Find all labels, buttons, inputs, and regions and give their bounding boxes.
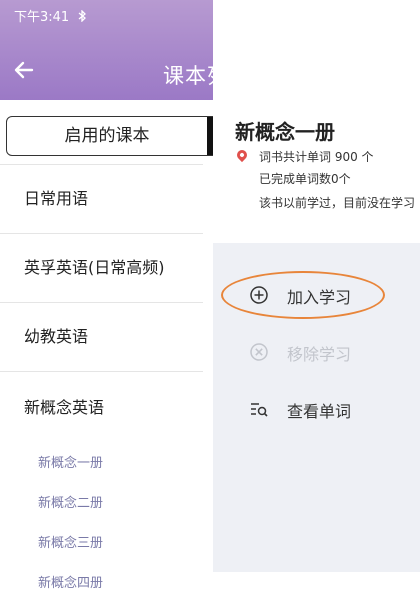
remove-from-study-label: 移除学习 — [287, 345, 352, 364]
study-status-text: 该书以前学过，目前没在学习 — [259, 196, 416, 210]
category-item[interactable]: 幼教英语 — [0, 303, 203, 372]
plus-circle-icon — [250, 286, 268, 304]
view-words-button[interactable]: 查看单词 — [213, 389, 420, 429]
status-bar: 下午3:41 — [14, 6, 87, 25]
book-action-panel: 新概念一册 词书共计单词 900 个 已完成单词数0个 该书以前学过，目前没在学… — [213, 0, 420, 572]
completed-words-text: 已完成单词数0个 — [259, 172, 351, 186]
book-info: 新概念一册 词书共计单词 900 个 已完成单词数0个 该书以前学过，目前没在学… — [213, 0, 420, 243]
view-words-label: 查看单词 — [287, 402, 352, 421]
book-item[interactable]: 新概念一册 — [0, 444, 213, 484]
category-item[interactable]: 日常用语 — [0, 164, 203, 234]
category-list: 日常用语 英孚英语(日常高频) 幼教英语 新概念英语 新概念一册 新概念二册 新… — [0, 164, 213, 604]
back-button[interactable] — [12, 58, 36, 88]
category-item[interactable]: 英孚英语(日常高频) — [0, 234, 203, 303]
status-time: 下午3:41 — [14, 10, 70, 25]
list-search-icon — [251, 403, 268, 417]
tab-bar: 启用的课本 — [6, 116, 228, 156]
book-item[interactable]: 新概念三册 — [0, 524, 213, 564]
book-title: 新概念一册 — [235, 120, 335, 144]
remove-from-study-button[interactable]: 移除学习 — [213, 332, 420, 372]
location-pin-icon — [234, 147, 250, 163]
add-to-study-button[interactable]: 加入学习 — [213, 271, 420, 319]
arrow-left-icon — [14, 61, 34, 79]
close-circle-icon — [250, 343, 268, 361]
tab-enabled-books[interactable]: 启用的课本 — [7, 117, 207, 155]
total-words-text: 词书共计单词 900 个 — [259, 150, 374, 164]
book-item[interactable]: 新概念四册 — [0, 564, 213, 604]
add-to-study-label: 加入学习 — [287, 288, 352, 307]
book-item[interactable]: 新概念二册 — [0, 484, 213, 524]
bluetooth-icon — [78, 9, 87, 23]
category-item[interactable]: 新概念英语 — [0, 372, 203, 444]
